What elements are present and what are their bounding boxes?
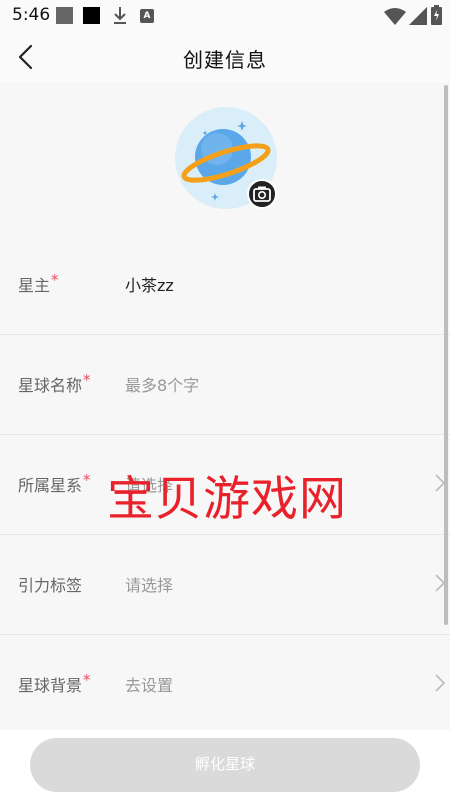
app-icon: [83, 7, 100, 24]
watermark: 宝贝游戏网: [107, 472, 347, 527]
background-setting[interactable]: 去设置: [125, 672, 173, 696]
required-star: *: [51, 271, 59, 289]
a-icon: A: [140, 9, 154, 23]
planet-name-input[interactable]: 最多8个字: [125, 372, 199, 396]
submit-button[interactable]: 孵化星球: [30, 738, 420, 792]
avatar-upload[interactable]: [175, 107, 277, 209]
bottom-action-bar: 孵化星球: [0, 730, 450, 800]
chevron-right-icon: [435, 674, 446, 692]
gravity-tag-label: 引力标签: [18, 576, 83, 595]
required-star: *: [83, 471, 91, 489]
planet-name-row[interactable]: 星球名称* 最多8个字: [0, 335, 450, 435]
planet-name-label: 星球名称*: [18, 371, 91, 395]
background-label: 星球背景*: [18, 671, 91, 695]
camera-icon[interactable]: [247, 179, 277, 209]
required-star: *: [83, 671, 91, 689]
scrollbar[interactable]: [444, 85, 448, 625]
nav-bar: 创建信息: [0, 32, 450, 82]
download-icon: [114, 7, 126, 24]
required-star: *: [83, 371, 91, 389]
galaxy-label: 所属星系*: [18, 471, 91, 495]
status-bar: 5:46 A: [0, 0, 450, 32]
background-row[interactable]: 星球背景* 去设置: [0, 635, 450, 735]
status-time: 5:46: [12, 5, 51, 25]
owner-row[interactable]: 星主* 小茶zz: [0, 235, 450, 335]
gravity-tag-select[interactable]: 请选择: [125, 572, 173, 596]
gravity-tag-row[interactable]: 引力标签 请选择: [0, 535, 450, 635]
page-title: 创建信息: [183, 48, 267, 72]
gallery-icon: [56, 7, 73, 24]
wifi-icon: [384, 8, 406, 25]
owner-label: 星主*: [18, 271, 59, 295]
camera-glyph-icon: [253, 186, 271, 202]
signal-icon: [409, 7, 427, 25]
battery-icon: [431, 5, 442, 25]
owner-value[interactable]: 小茶zz: [125, 272, 174, 296]
